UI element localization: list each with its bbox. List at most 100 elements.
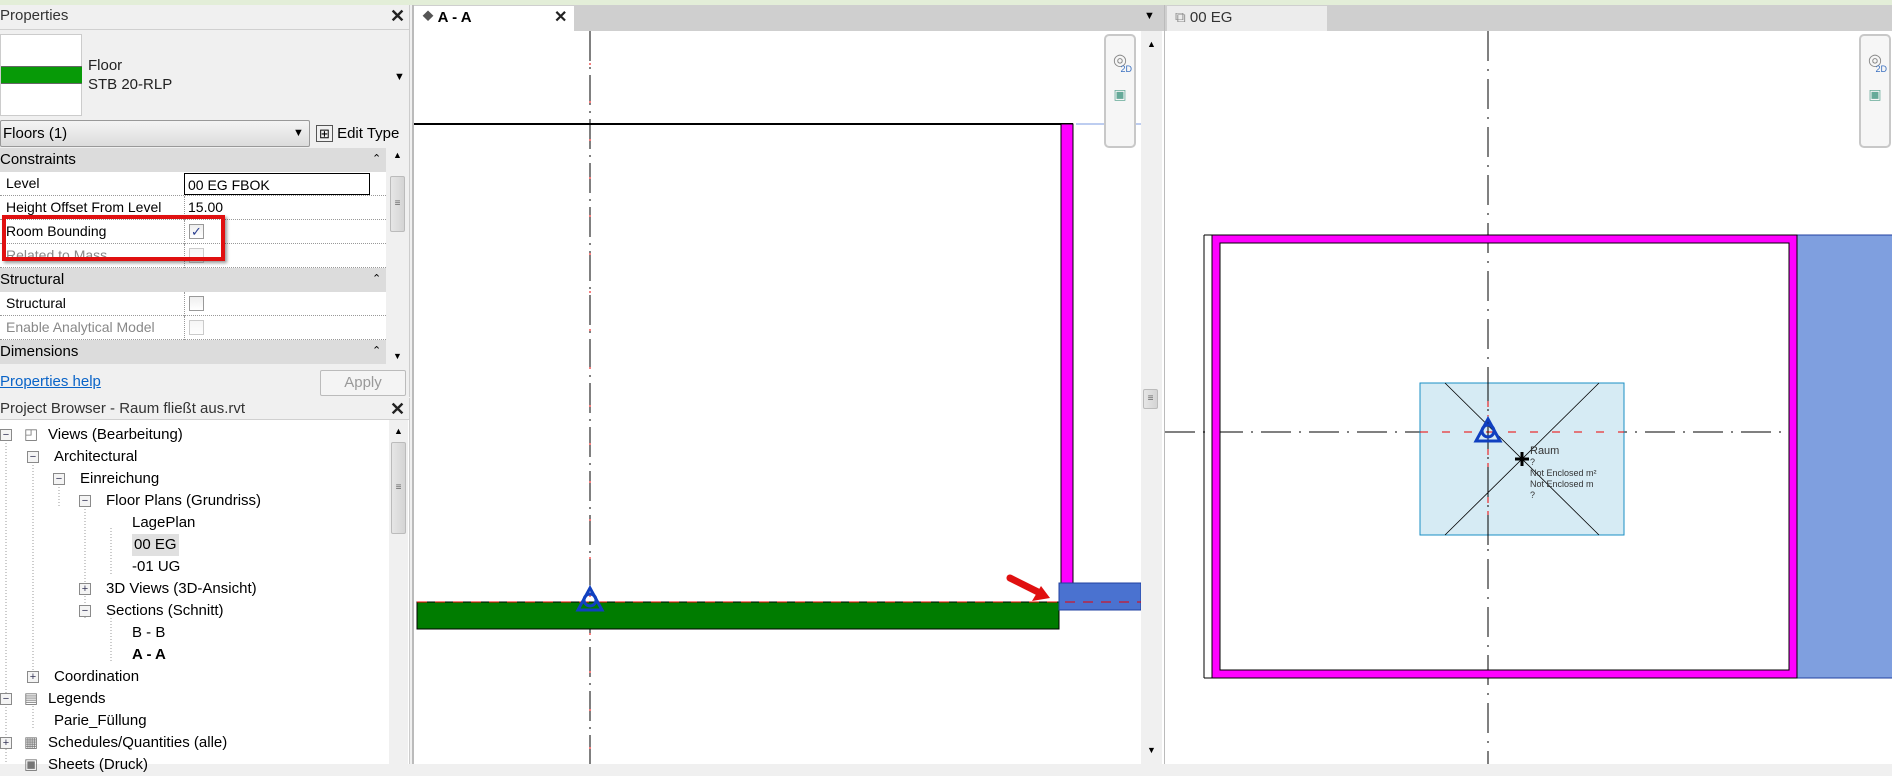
close-icon[interactable]: ✕ — [390, 398, 405, 420]
edit-type-label: Edit Type — [337, 125, 400, 142]
tab-label: A - A — [437, 9, 472, 26]
level-field[interactable]: 00 EG FBOK — [184, 173, 370, 195]
scroll-thumb[interactable]: ≡ — [391, 442, 406, 534]
apply-button[interactable]: Apply — [320, 370, 406, 396]
project-browser-panel: Project Browser - Raum fließt aus.rvt ✕ … — [0, 398, 410, 773]
tree-item[interactable]: B - B — [132, 622, 165, 644]
tree-item[interactable]: Sheets (Druck) — [48, 754, 148, 776]
group-structural[interactable]: Structural ⌃ — [0, 268, 386, 292]
collapse-icon[interactable]: − — [79, 495, 91, 507]
navigation-bar[interactable]: ◎ 2D ▣ — [1104, 34, 1136, 148]
edit-type-button[interactable]: ⊞ Edit Type — [316, 120, 406, 147]
prop-label: Structural — [6, 295, 66, 311]
scroll-up-icon[interactable]: ▲ — [393, 150, 402, 160]
collapse-icon[interactable]: − — [53, 473, 65, 485]
section-view-scrollbar[interactable]: ▲ ≡ ▼ — [1141, 31, 1162, 764]
room-perimeter: Not Enclosed m — [1530, 479, 1594, 489]
tree-item[interactable]: Legends — [48, 688, 106, 710]
collapse-icon[interactable]: ⌃ — [372, 148, 381, 171]
room-name: Raum — [1530, 445, 1560, 457]
properties-help-link[interactable]: Properties help — [0, 373, 101, 390]
prop-label: Level — [6, 175, 40, 191]
group-label: Constraints — [0, 151, 76, 168]
structural-checkbox[interactable] — [189, 296, 204, 311]
collapse-icon[interactable]: − — [0, 693, 12, 705]
instance-filter-dropdown[interactable]: Floors (1) ▼ — [0, 120, 310, 147]
plan-canvas[interactable] — [1165, 31, 1892, 764]
group-label: Dimensions — [0, 343, 79, 360]
slab-plan — [1796, 234, 1892, 679]
properties-panel: Properties ✕ Floor STB 20-RLP ▼ Floors (… — [0, 5, 410, 397]
tree-item[interactable]: Floor Plans (Grundriss) — [106, 490, 261, 512]
type-family: Floor — [88, 57, 123, 74]
collapse-icon[interactable]: ⌃ — [372, 268, 381, 291]
scroll-down-icon[interactable]: ▼ — [393, 351, 402, 361]
edit-type-icon: ⊞ — [316, 125, 333, 142]
type-selector-chevron-down-icon[interactable]: ▼ — [394, 71, 405, 83]
scroll-up-icon[interactable]: ▲ — [394, 426, 403, 436]
tree-item[interactable]: Coordination — [54, 666, 139, 688]
group-constraints[interactable]: Constraints ⌃ — [0, 148, 386, 172]
tree-item[interactable]: LagePlan — [132, 512, 195, 534]
tree-item[interactable]: -01 UG — [132, 556, 180, 578]
close-icon[interactable]: ✕ — [554, 6, 567, 30]
prop-row-level: Level 00 EG FBOK — [0, 172, 386, 196]
collapse-icon[interactable]: − — [79, 605, 91, 617]
floor-plan-icon: ⧉ — [1175, 9, 1186, 26]
zoom-icon[interactable]: ▣ — [1861, 86, 1889, 103]
tree-item[interactable]: 3D Views (3D-Ansicht) — [106, 578, 257, 600]
section-canvas[interactable] — [414, 31, 1141, 764]
prop-label: Enable Analytical Model — [6, 319, 155, 335]
tab-section-a-a[interactable]: ⯁ A - A ✕ — [414, 6, 574, 31]
collapse-icon[interactable]: − — [27, 451, 39, 463]
scroll-thumb[interactable]: ≡ — [390, 176, 405, 232]
tree-item[interactable]: Sections (Schnitt) — [106, 600, 224, 622]
room-extra: ? — [1530, 490, 1536, 500]
tree-item[interactable]: 00 EG — [132, 534, 179, 556]
tree-item[interactable]: Architectural — [54, 446, 137, 468]
tree-item[interactable]: Views (Bearbeitung) — [48, 424, 183, 446]
tab-list-dropdown-icon[interactable]: ▼ — [1144, 10, 1155, 22]
floor-section — [416, 601, 1060, 630]
nav-2d-label: 2D — [1120, 64, 1132, 74]
tab-label: 00 EG — [1189, 9, 1233, 26]
highlight-annotation-box — [2, 215, 225, 261]
section-view-tabbar: ⯁ A - A ✕ ▼ — [414, 5, 1164, 31]
room-area: Not Enclosed m² — [1530, 468, 1597, 478]
plan-view-tabbar: ⧉ 00 EG — [1165, 5, 1892, 31]
tree-item[interactable]: A - A — [132, 644, 166, 666]
tree-item[interactable]: Schedules/Quantities (alle) — [48, 732, 227, 754]
nav-2d-label: 2D — [1875, 64, 1887, 74]
chevron-down-icon: ▼ — [293, 127, 304, 139]
collapse-icon[interactable]: ⌃ — [372, 340, 381, 363]
category-icon: ▣ — [24, 756, 39, 773]
expand-icon[interactable]: + — [27, 671, 39, 683]
category-icon: ▤ — [24, 690, 39, 707]
red-arrow-icon — [1006, 574, 1050, 601]
collapse-icon[interactable]: − — [0, 429, 12, 441]
scroll-down-icon[interactable]: ▼ — [1147, 745, 1156, 755]
type-preview-image — [0, 34, 82, 116]
slab-section — [1058, 582, 1141, 611]
type-name: STB 20-RLP — [88, 76, 173, 93]
navigation-bar[interactable]: ◎ 2D ▣ — [1859, 34, 1891, 148]
project-browser-title-bar: Project Browser - Raum fließt aus.rvt ✕ — [0, 398, 409, 420]
tree-item[interactable]: Einreichung — [80, 468, 159, 490]
group-dimensions[interactable]: Dimensions ⌃ — [0, 340, 386, 364]
room-tag[interactable]: Raum ? Not Enclosed m² Not Enclosed m ? — [1530, 446, 1597, 501]
expand-icon[interactable]: + — [0, 737, 12, 749]
tree-item[interactable]: Parie_Füllung — [54, 710, 147, 732]
properties-title-bar: Properties ✕ — [0, 5, 409, 30]
zoom-icon[interactable]: ▣ — [1106, 86, 1134, 103]
plan-view-window: ⧉ 00 EG Raum ? Not Enclosed m² Not Enclo… — [1164, 5, 1892, 764]
scroll-thumb[interactable]: ≡ — [1143, 389, 1158, 409]
properties-scrollbar[interactable]: ▲ ≡ ▼ — [388, 148, 407, 368]
tab-00-eg[interactable]: ⧉ 00 EG — [1167, 6, 1327, 31]
project-browser-scrollbar[interactable]: ▲ ≡ — [389, 420, 408, 764]
scroll-up-icon[interactable]: ▲ — [1147, 39, 1156, 49]
close-icon[interactable]: ✕ — [390, 5, 405, 27]
expand-icon[interactable]: + — [79, 583, 91, 595]
room-number: ? — [1530, 457, 1536, 467]
analytical-checkbox — [189, 320, 204, 335]
prop-row-structural: Structural — [0, 292, 386, 316]
